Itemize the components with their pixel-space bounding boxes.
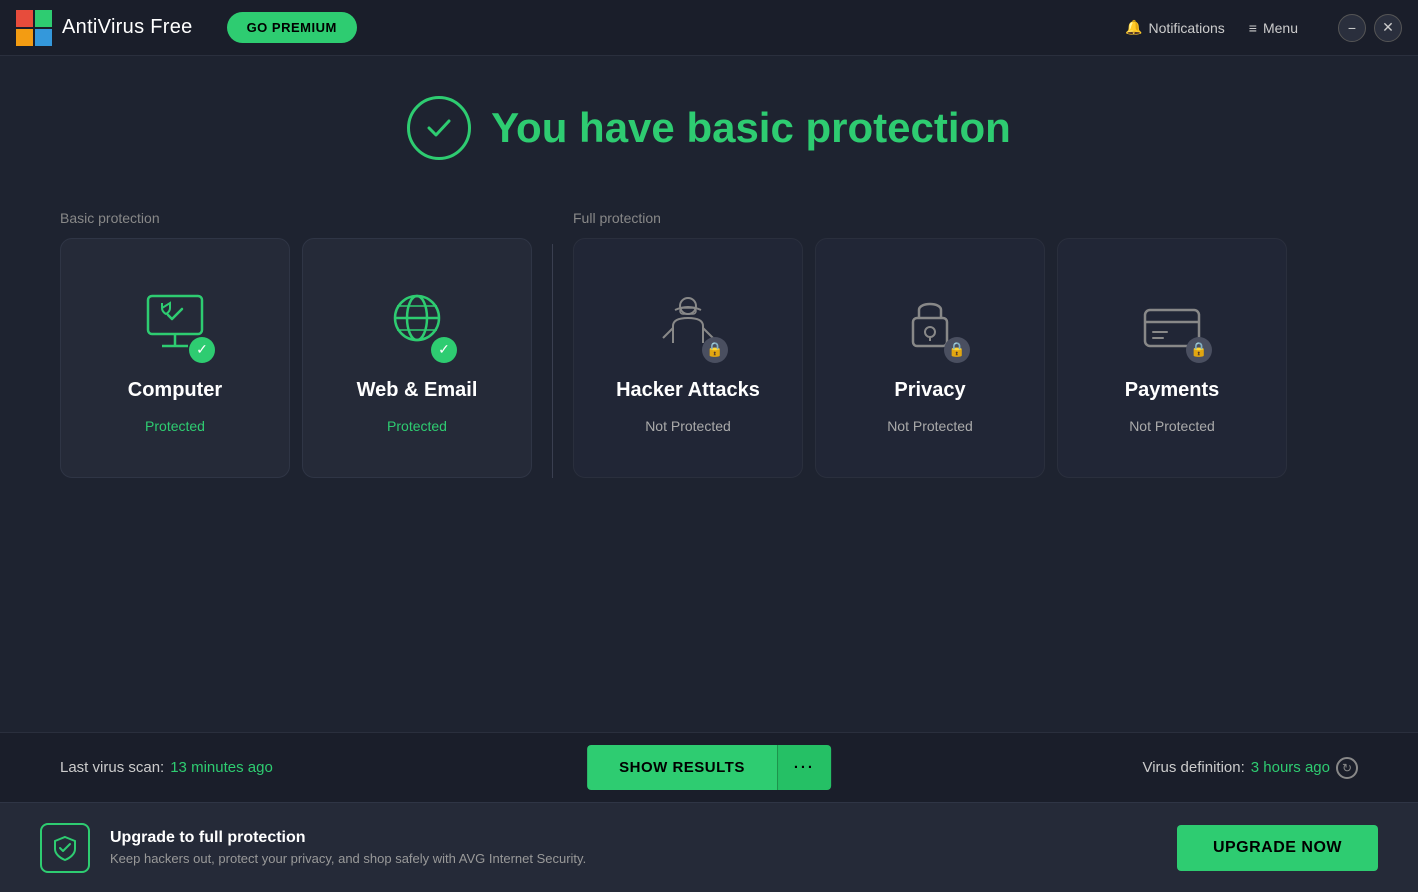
hero-section: You have basic protection xyxy=(60,96,1358,160)
computer-status-badge: ✓ xyxy=(189,337,215,363)
bottom-scan-bar: Last virus scan: 13 minutes ago SHOW RES… xyxy=(0,732,1418,802)
basic-protection-group: Basic protection ✓ Computer xyxy=(60,210,532,478)
check-icon xyxy=(424,113,454,143)
basic-protection-label: Basic protection xyxy=(60,210,532,226)
full-protection-label: Full protection xyxy=(573,210,1287,226)
privacy-icon-wrapper: 🔒 xyxy=(890,283,970,363)
privacy-card[interactable]: 🔒 Privacy Not Protected xyxy=(815,238,1045,478)
web-email-icon-wrapper: ✓ xyxy=(377,283,457,363)
app-title: AntiVirus Free xyxy=(62,16,193,39)
cards-section: Basic protection ✓ Computer xyxy=(60,210,1358,478)
payments-icon-wrapper: 🔒 xyxy=(1132,283,1212,363)
minimize-button[interactable]: − xyxy=(1338,14,1366,42)
menu-icon: ≡ xyxy=(1249,20,1257,36)
web-email-status-badge: ✓ xyxy=(431,337,457,363)
title-bar-right: 🔔 Notifications ≡ Menu − ✕ xyxy=(1125,14,1402,42)
menu-label: Menu xyxy=(1263,20,1298,36)
shield-icon xyxy=(51,834,79,862)
upgrade-now-button[interactable]: UPGRADE NOW xyxy=(1177,825,1378,871)
scan-buttons: SHOW RESULTS ··· xyxy=(587,745,831,790)
upgrade-banner: Upgrade to full protection Keep hackers … xyxy=(0,802,1418,892)
privacy-card-status: Not Protected xyxy=(887,418,973,434)
hero-prefix: You have xyxy=(491,104,686,151)
scan-time: 13 minutes ago xyxy=(170,759,273,776)
hero-highlight: basic protection xyxy=(686,104,1010,151)
upgrade-description: Keep hackers out, protect your privacy, … xyxy=(110,851,586,866)
hacker-attacks-card-name: Hacker Attacks xyxy=(616,379,760,402)
web-email-card-status: Protected xyxy=(387,418,447,434)
status-check-circle xyxy=(407,96,471,160)
scan-label: Last virus scan: xyxy=(60,759,164,776)
hacker-attacks-card[interactable]: 🔒 Hacker Attacks Not Protected xyxy=(573,238,803,478)
hacker-attacks-card-status: Not Protected xyxy=(645,418,731,434)
virus-def-label: Virus definition: xyxy=(1142,759,1244,776)
privacy-card-name: Privacy xyxy=(894,379,965,402)
refresh-icon[interactable]: ↻ xyxy=(1336,757,1358,779)
payments-card-status: Not Protected xyxy=(1129,418,1215,434)
hacker-attacks-status-badge: 🔒 xyxy=(702,337,728,363)
upgrade-text: Upgrade to full protection Keep hackers … xyxy=(110,829,586,866)
menu-button[interactable]: ≡ Menu xyxy=(1249,20,1298,36)
more-options-button[interactable]: ··· xyxy=(777,745,831,790)
avg-logo-icon xyxy=(16,10,52,46)
privacy-status-badge: 🔒 xyxy=(944,337,970,363)
payments-status-badge: 🔒 xyxy=(1186,337,1212,363)
full-protection-group: Full protection xyxy=(573,210,1287,478)
show-results-button[interactable]: SHOW RESULTS xyxy=(587,745,777,790)
section-divider xyxy=(552,244,553,478)
hacker-attacks-icon-wrapper: 🔒 xyxy=(648,283,728,363)
notifications-label: Notifications xyxy=(1149,20,1225,36)
computer-card[interactable]: ✓ Computer Protected xyxy=(60,238,290,478)
title-bar: AntiVirus Free GO PREMIUM 🔔 Notification… xyxy=(0,0,1418,56)
window-controls: − ✕ xyxy=(1338,14,1402,42)
upgrade-shield-icon xyxy=(40,823,90,873)
upgrade-title: Upgrade to full protection xyxy=(110,829,586,847)
virus-definition: Virus definition: 3 hours ago ↻ xyxy=(1142,757,1358,779)
full-cards-row: 🔒 Hacker Attacks Not Protected xyxy=(573,238,1287,478)
computer-card-name: Computer xyxy=(128,379,222,402)
main-content: You have basic protection Basic protecti… xyxy=(0,56,1418,802)
web-email-card-name: Web & Email xyxy=(357,379,478,402)
close-button[interactable]: ✕ xyxy=(1374,14,1402,42)
computer-card-status: Protected xyxy=(145,418,205,434)
hero-text: You have basic protection xyxy=(491,104,1011,152)
web-email-card[interactable]: ✓ Web & Email Protected xyxy=(302,238,532,478)
virus-def-time: 3 hours ago xyxy=(1251,759,1330,776)
logo-area: AntiVirus Free GO PREMIUM xyxy=(16,10,357,46)
payments-card[interactable]: 🔒 Payments Not Protected xyxy=(1057,238,1287,478)
computer-icon-wrapper: ✓ xyxy=(135,283,215,363)
basic-cards-row: ✓ Computer Protected xyxy=(60,238,532,478)
bell-icon: 🔔 xyxy=(1125,19,1142,36)
go-premium-button[interactable]: GO PREMIUM xyxy=(227,12,357,43)
payments-card-name: Payments xyxy=(1125,379,1220,402)
notifications-button[interactable]: 🔔 Notifications xyxy=(1125,19,1225,36)
